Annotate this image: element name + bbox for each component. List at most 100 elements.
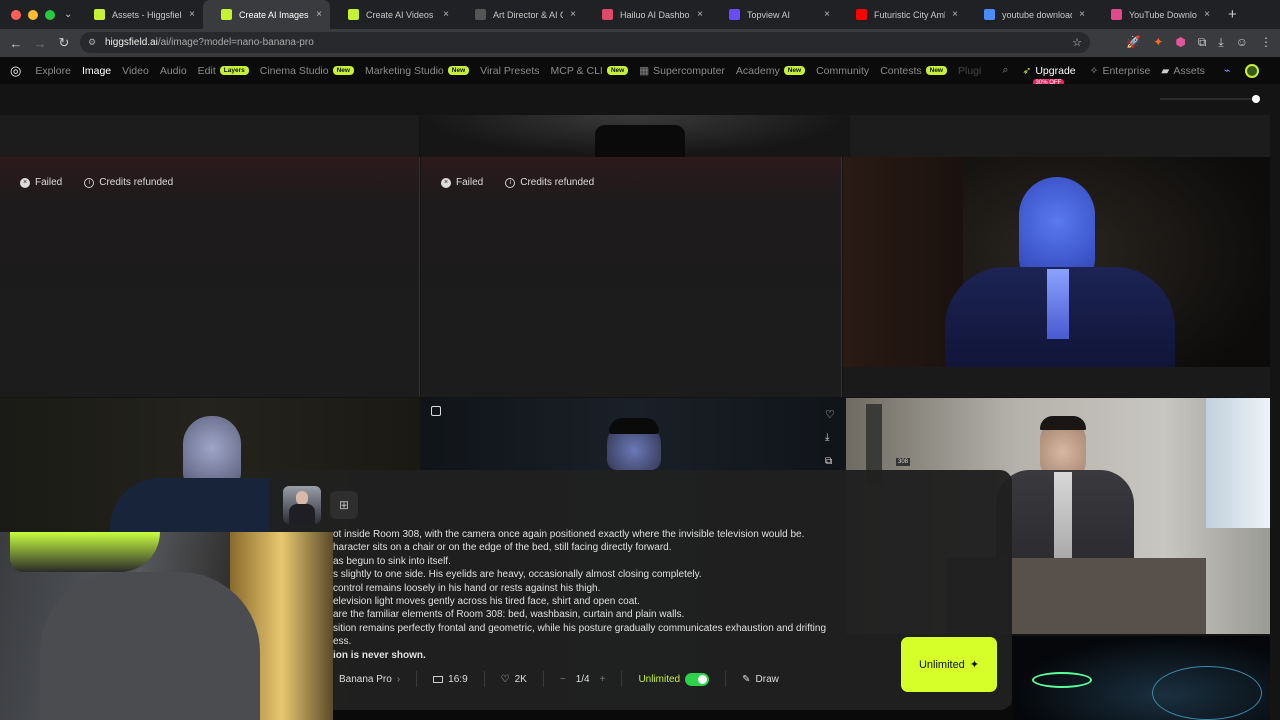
browser-tab[interactable]: Topview AI ×: [711, 0, 838, 29]
upgrade-button[interactable]: ➶ Upgrade 30% OFF: [1023, 65, 1076, 87]
copy-icon[interactable]: ⧉: [825, 456, 832, 467]
browser-menu-icon[interactable]: ⋮: [1260, 35, 1272, 50]
tab-close-icon[interactable]: ×: [443, 9, 449, 20]
extension-rocket-icon[interactable]: 🚀: [1126, 35, 1141, 50]
download-image-icon[interactable]: ⤓: [825, 432, 829, 443]
browser-tab[interactable]: Create AI Videos from ×: [330, 0, 457, 29]
nav-item-edit[interactable]: Edit Layers: [198, 65, 249, 77]
nav-item-label: Video: [122, 64, 149, 77]
gallery-item-futuristic-city-image[interactable]: [1012, 636, 1270, 720]
tab-favicon-icon: [475, 9, 486, 20]
address-bar[interactable]: ⚙ higgsfield.ai/ai/image?model=nano-bana…: [80, 32, 1090, 53]
decrement-button[interactable]: −: [560, 674, 566, 685]
nav-badge: New: [925, 66, 947, 75]
extension-fox-icon[interactable]: ✦: [1153, 35, 1163, 50]
nav-item-academy[interactable]: Academy New: [736, 65, 806, 77]
prompt-line: ess.: [333, 636, 352, 648]
nav-item-plugi[interactable]: Plugi: [958, 65, 981, 77]
nav-item-image[interactable]: Image: [82, 65, 111, 77]
close-window-icon[interactable]: [11, 9, 21, 20]
select-checkbox[interactable]: [431, 406, 441, 416]
tab-close-icon[interactable]: ×: [952, 9, 958, 20]
gallery-item[interactable]: [420, 115, 849, 157]
gallery-item[interactable]: [850, 115, 1270, 157]
gallery-item[interactable]: [0, 115, 419, 157]
heart-icon[interactable]: ♡: [825, 408, 835, 421]
zoom-slider[interactable]: [1160, 95, 1260, 103]
new-tab-icon[interactable]: +: [1218, 6, 1237, 23]
browser-tab[interactable]: Art Director & AI Cre ×: [457, 0, 584, 29]
nav-item-mcp-cli[interactable]: MCP & CLI New: [551, 65, 629, 77]
tab-close-icon[interactable]: ×: [1079, 9, 1085, 20]
draw-button[interactable]: ✎ Draw: [736, 670, 785, 688]
nav-item-contests[interactable]: Contests New: [880, 65, 947, 77]
nav-item-video[interactable]: Video: [122, 65, 149, 77]
maximize-window-icon[interactable]: [45, 9, 55, 20]
back-icon[interactable]: ←: [4, 36, 28, 51]
browser-tab[interactable]: Futuristic City Ambie ×: [838, 0, 966, 29]
reference-image-thumbnail[interactable]: [283, 486, 321, 524]
notification-icon[interactable]: ⌁: [1224, 64, 1231, 77]
download-icon[interactable]: ⤓: [1218, 35, 1223, 50]
zoom-slider-handle[interactable]: [1252, 95, 1260, 103]
prompt-line: sition remains perfectly frontal and geo…: [333, 622, 827, 634]
tab-title: Futuristic City Ambie: [874, 9, 945, 20]
tab-close-icon[interactable]: ×: [189, 9, 195, 20]
browser-tab[interactable]: Create AI Images from ×: [203, 0, 330, 29]
tab-close-icon[interactable]: ×: [824, 9, 830, 20]
browser-tab[interactable]: Assets - Higgsfield ×: [76, 0, 203, 29]
nav-item-audio[interactable]: Audio: [160, 65, 187, 77]
folder-icon: ▰: [1161, 64, 1170, 77]
gallery-item-failed[interactable]: × Failed i Credits refunded: [421, 157, 842, 397]
site-info-icon[interactable]: ⚙: [88, 37, 96, 48]
tab-close-icon[interactable]: ×: [697, 9, 703, 20]
browser-tab[interactable]: YouTube Downloader ×: [1093, 0, 1218, 29]
search-icon[interactable]: ⌕: [1002, 64, 1008, 77]
reload-icon[interactable]: ↻: [52, 35, 76, 51]
nav-item-viral-presets[interactable]: Viral Presets: [480, 65, 539, 77]
minimize-window-icon[interactable]: [28, 9, 38, 20]
forward-icon[interactable]: →: [28, 36, 52, 51]
profile-icon[interactable]: ☺: [1236, 35, 1248, 50]
model-selector[interactable]: Banana Pro ›: [333, 670, 406, 688]
generate-button[interactable]: Unlimited ✦: [901, 637, 997, 692]
resolution-selector[interactable]: ♡ 2K: [495, 670, 533, 688]
nav-item-supercomputer[interactable]: ▦ Supercomputer: [639, 65, 725, 77]
prompt-line: control remains loosely in his hand or r…: [333, 582, 601, 594]
browser-tab[interactable]: Hailuo AI Dashboard ×: [584, 0, 711, 29]
nav-item-marketing-studio[interactable]: Marketing Studio New: [364, 64, 470, 77]
browser-tab[interactable]: youtube download o ×: [966, 0, 1093, 29]
prompt-line: ion is never shown.: [333, 649, 426, 661]
enterprise-link[interactable]: ✧ Enterprise: [1090, 65, 1151, 77]
tab-search-chevron-icon[interactable]: ⌄: [64, 9, 76, 20]
extension-shield-icon[interactable]: ⬢: [1175, 35, 1185, 50]
nav-item-community[interactable]: Community: [816, 65, 869, 77]
unlimited-switch[interactable]: [685, 672, 710, 686]
count-stepper[interactable]: − 1/4 +: [554, 670, 612, 688]
tab-favicon-icon: [221, 9, 232, 20]
nav-item-cinema-studio[interactable]: Cinema Studio New: [260, 65, 354, 77]
extensions-puzzle-icon[interactable]: ⧉: [1198, 35, 1207, 50]
nav-item-label: Marketing Studio: [364, 64, 444, 77]
increment-button[interactable]: +: [600, 674, 606, 685]
assets-link[interactable]: ▰ Assets: [1161, 65, 1205, 77]
bookmark-star-icon[interactable]: ☆: [1072, 36, 1082, 49]
grid-icon: ▦: [639, 64, 650, 77]
unlimited-toggle[interactable]: Unlimited: [632, 670, 715, 688]
aspect-ratio-selector[interactable]: 16:9: [427, 670, 473, 688]
gallery-item-blue-man-image[interactable]: [843, 157, 1270, 397]
avatar[interactable]: [1244, 63, 1259, 78]
nav-item-label: Contests: [880, 64, 922, 77]
add-image-icon[interactable]: ⊞: [330, 491, 358, 519]
higgsfield-logo-icon[interactable]: ◎: [10, 63, 21, 79]
chevron-right-icon: ›: [396, 673, 401, 685]
tab-close-icon[interactable]: ×: [570, 9, 576, 20]
nav-item-explore[interactable]: Explore: [35, 65, 71, 77]
prompt-line: elevision light moves gently across his …: [333, 596, 640, 608]
tab-favicon-icon: [602, 9, 613, 20]
tab-close-icon[interactable]: ×: [316, 9, 322, 20]
prompt-text[interactable]: ot inside Room 308, with the camera once…: [333, 528, 833, 662]
tab-title: YouTube Downloader: [1129, 9, 1197, 20]
gallery-item-failed[interactable]: × Failed i Credits refunded: [0, 157, 420, 397]
tab-close-icon[interactable]: ×: [1204, 9, 1210, 20]
